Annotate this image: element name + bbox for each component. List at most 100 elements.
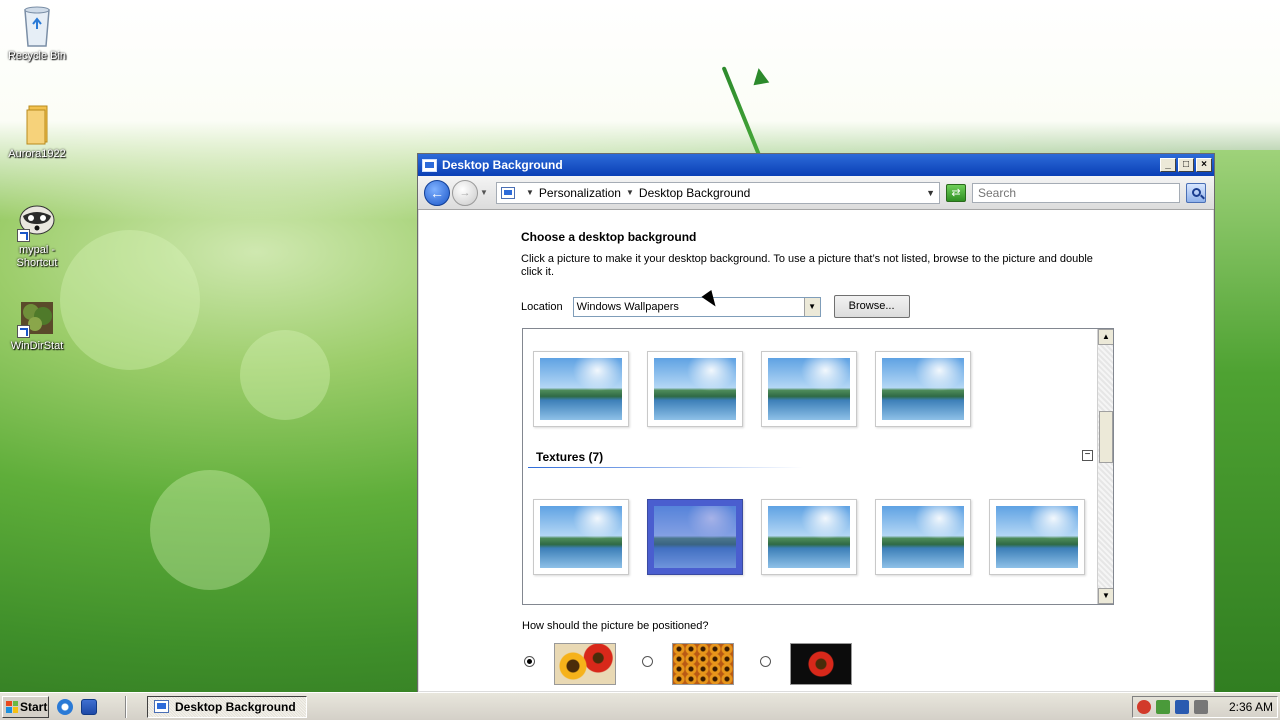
wallpaper-bokeh	[150, 470, 270, 590]
wallpaper-preview	[540, 506, 622, 568]
position-preview-fit[interactable]	[554, 643, 616, 685]
main-content: Choose a desktop background Click a pict…	[521, 230, 1121, 318]
chevron-down-icon[interactable]: ▼	[803, 297, 820, 316]
wallpaper-thumbnail[interactable]	[533, 351, 629, 427]
recycle-bin-icon	[17, 4, 57, 48]
desktop-icon-mypal[interactable]: mypal - Shortcut	[2, 198, 72, 270]
position-question: How should the picture be positioned?	[522, 620, 709, 632]
address-dropdown-icon[interactable]: ▼	[926, 188, 935, 198]
desktop-background-window: Desktop Background _ □ × ← → ▼ ▼ Persona…	[417, 153, 1215, 692]
windirstat-icon	[17, 294, 57, 338]
folder-icon	[17, 102, 57, 146]
shortcut-arrow-icon	[17, 229, 30, 242]
wallpaper-thumbnail[interactable]	[989, 499, 1085, 575]
collapse-section-button[interactable]: −	[1082, 450, 1093, 461]
wallpaper-preview	[882, 358, 964, 420]
location-row: Location Windows Wallpapers ▼ Browse...	[521, 295, 1121, 318]
scroll-up-button[interactable]: ▲	[1098, 329, 1113, 345]
section-divider	[528, 467, 803, 468]
window-icon	[154, 700, 169, 713]
forward-arrow-icon: →	[459, 186, 471, 199]
window-icon	[422, 158, 437, 172]
scroll-down-button[interactable]: ▼	[1098, 588, 1113, 604]
security-alert-icon[interactable]	[1137, 699, 1151, 714]
close-button[interactable]: ×	[1196, 158, 1212, 172]
search-button[interactable]	[1186, 182, 1206, 203]
search-icon	[1191, 188, 1201, 197]
breadcrumb-chevron-icon[interactable]: ▼	[526, 188, 534, 197]
desktop-icon-label: Aurora1922	[8, 148, 66, 160]
minimize-button[interactable]: _	[1160, 158, 1176, 172]
address-bar: ← → ▼ ▼ Personalization ▼ Desktop Backgr…	[418, 176, 1214, 210]
system-tray: 2:36 AM	[1132, 695, 1278, 718]
wallpaper-thumbnail[interactable]	[647, 351, 743, 427]
page-title: Choose a desktop background	[521, 230, 697, 244]
wallpaper-leaf	[750, 66, 770, 86]
wallpaper-preview	[540, 358, 622, 420]
back-button[interactable]: ←	[424, 179, 450, 206]
clock[interactable]: 2:36 AM	[1229, 700, 1273, 714]
desktop-icon-recycle-bin[interactable]: Recycle Bin	[2, 4, 72, 63]
start-button[interactable]: Start	[2, 695, 49, 718]
forward-button[interactable]: →	[452, 179, 478, 206]
desktop-icon-label: Recycle Bin	[7, 50, 67, 62]
shortcut-arrow-icon	[17, 325, 30, 338]
address-box[interactable]: ▼ Personalization ▼ Desktop Background ▼	[496, 181, 940, 204]
recent-pages-dropdown[interactable]: ▼	[480, 188, 490, 197]
gallery-scrollbar[interactable]: ▲ ▼	[1097, 329, 1113, 604]
wallpaper-thumbnail-selected[interactable]	[647, 499, 743, 575]
wallpaper-thumbnail[interactable]	[875, 351, 971, 427]
desktop-icon-label: WinDirStat	[10, 340, 64, 352]
volume-muted-icon[interactable]	[1194, 699, 1208, 714]
section-title-textures: Textures (7)	[536, 450, 604, 464]
wallpaper-bokeh	[60, 230, 200, 370]
taskbar-button-label: Desktop Background	[175, 699, 296, 714]
windows-logo-icon	[6, 700, 18, 713]
breadcrumb-chevron-icon[interactable]: ▼	[626, 188, 634, 197]
control-panel-icon	[501, 186, 515, 199]
desktop: Recycle Bin Aurora1922 mypal - Shortcut	[0, 0, 1280, 692]
wallpaper-thumbnail[interactable]	[761, 499, 857, 575]
refresh-icon: ⇄	[951, 186, 961, 199]
refresh-button[interactable]: ⇄	[946, 183, 966, 202]
back-arrow-icon: ←	[430, 184, 444, 201]
location-select[interactable]: Windows Wallpapers ▼	[572, 296, 821, 317]
breadcrumb-personalization[interactable]: Personalization	[539, 186, 621, 200]
start-label: Start	[20, 699, 48, 714]
scrollbar-thumb[interactable]	[1099, 411, 1113, 463]
wallpaper-preview	[768, 506, 850, 568]
desktop-icon-aurora1922[interactable]: Aurora1922	[2, 102, 72, 161]
browse-button[interactable]: Browse...	[833, 295, 910, 318]
title-bar[interactable]: Desktop Background _ □ ×	[418, 154, 1214, 176]
wallpaper-preview	[654, 506, 736, 568]
search-input[interactable]	[972, 182, 1180, 203]
wallpaper-thumbnail[interactable]	[761, 351, 857, 427]
wallpaper-preview	[882, 506, 964, 568]
wallpaper-bokeh	[240, 330, 330, 420]
position-preview-center[interactable]	[790, 643, 852, 685]
wallpaper-preview	[654, 358, 736, 420]
position-radio-fit[interactable]	[524, 656, 535, 667]
position-radio-tile[interactable]	[642, 656, 653, 667]
breadcrumb-desktop-background[interactable]: Desktop Background	[639, 186, 750, 200]
taskbar-button-desktop-background[interactable]: Desktop Background	[147, 695, 307, 718]
wallpaper-gallery: Textures (7) − ▲ ▼	[522, 328, 1114, 605]
window-title: Desktop Background	[442, 158, 563, 172]
raccoon-icon	[17, 198, 57, 242]
page-description: Click a picture to make it your desktop …	[521, 253, 1093, 278]
wallpaper-thumbnail[interactable]	[875, 499, 971, 575]
desktop-icon-windirstat[interactable]: WinDirStat	[2, 294, 72, 353]
location-select-value: Windows Wallpapers	[576, 300, 679, 313]
maximize-button[interactable]: □	[1178, 158, 1194, 172]
location-label: Location	[521, 300, 563, 313]
position-preview-tile[interactable]	[672, 643, 734, 685]
position-radio-center[interactable]	[760, 656, 771, 667]
monitor-icon[interactable]	[1175, 699, 1189, 714]
taskbar: Start Desktop Background 2:36 AM	[0, 692, 1280, 720]
desktop-icon-label: mypal - Shortcut	[16, 244, 58, 269]
internet-explorer-icon[interactable]	[57, 698, 73, 715]
show-desktop-icon[interactable]	[81, 698, 97, 715]
wallpaper-thumbnail[interactable]	[533, 499, 629, 575]
wallpaper-preview	[768, 358, 850, 420]
network-icon[interactable]	[1156, 699, 1170, 714]
